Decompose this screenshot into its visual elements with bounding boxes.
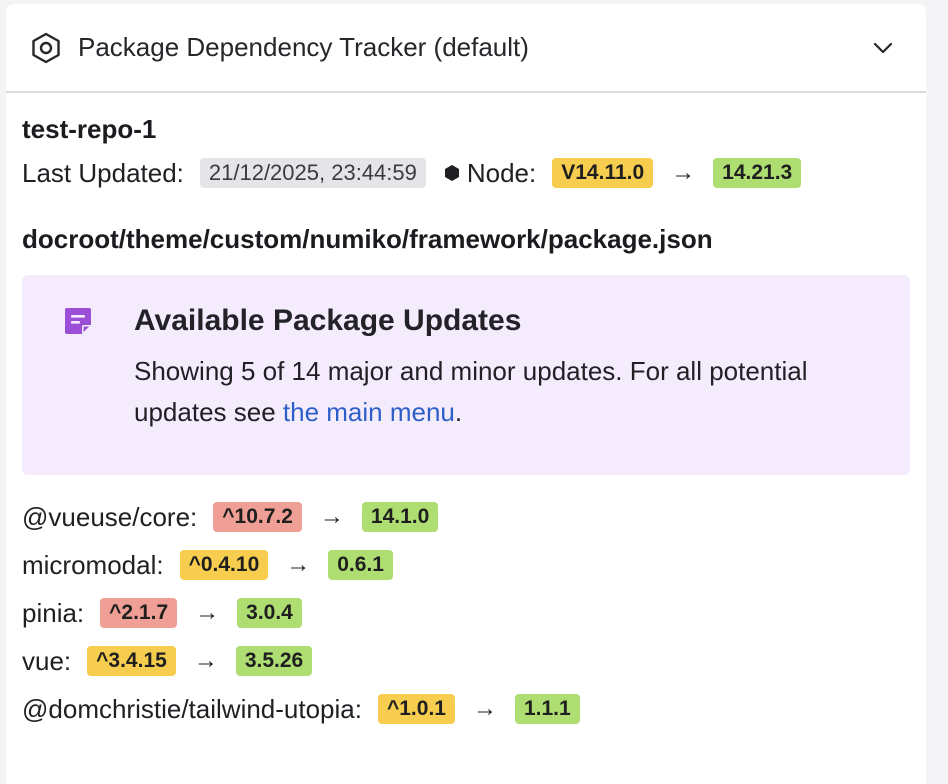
package-latest-version: 14.1.0	[361, 502, 439, 532]
package-row: @vueuse/core: ^10.7.2 → 14.1.0	[22, 493, 910, 541]
panel-body: test-repo-1 Last Updated: 21/12/2025, 23…	[6, 93, 926, 733]
arrow-right-icon: →	[195, 599, 220, 626]
repo-meta: Last Updated: 21/12/2025, 23:44:59 Node:…	[22, 155, 910, 191]
package-name: pinia:	[22, 597, 85, 628]
package-name: @domchristie/tailwind-utopia:	[22, 693, 362, 724]
notice-text-before: Showing 5 of 14 major and minor updates.…	[134, 356, 808, 427]
package-name: vue:	[22, 645, 72, 676]
node-label: Node:	[466, 158, 537, 188]
hexagon-settings-icon	[30, 32, 62, 64]
arrow-right-icon: →	[319, 503, 344, 530]
package-current-version: ^2.1.7	[100, 598, 178, 628]
node-latest-version: 14.21.3	[713, 158, 802, 188]
package-latest-version: 3.0.4	[237, 598, 302, 628]
notice-text-after: .	[454, 397, 463, 427]
arrow-right-icon: →	[472, 695, 497, 722]
main-menu-link[interactable]: the main menu	[283, 397, 455, 427]
note-icon	[62, 305, 94, 337]
package-name: @vueuse/core:	[22, 501, 198, 532]
package-row: @domchristie/tailwind-utopia: ^1.0.1 → 1…	[22, 685, 910, 733]
panel-header[interactable]: Package Dependency Tracker (default)	[6, 4, 926, 93]
notice-content: Available Package Updates Showing 5 of 1…	[134, 304, 890, 475]
node-hexagon-icon	[444, 164, 460, 182]
package-latest-version: 0.6.1	[328, 550, 393, 580]
notice-title: Available Package Updates	[134, 304, 522, 337]
package-current-version: ^10.7.2	[213, 502, 302, 532]
updates-notice: Available Package Updates Showing 5 of 1…	[22, 275, 910, 475]
last-updated-value: 21/12/2025, 23:44:59	[199, 158, 426, 188]
arrow-right-icon: →	[671, 159, 696, 186]
repo-name: test-repo-1	[22, 114, 157, 144]
package-latest-version: 1.1.1	[514, 694, 580, 724]
arrow-right-icon: →	[193, 647, 218, 674]
panel-title: Package Dependency Tracker (default)	[78, 32, 529, 62]
package-list: @vueuse/core: ^10.7.2 → 14.1.0 micromoda…	[22, 493, 910, 733]
package-row: micromodal: ^0.4.10 → 0.6.1	[22, 541, 910, 589]
package-current-version: ^3.4.15	[87, 646, 176, 676]
chevron-down-icon[interactable]	[870, 35, 896, 61]
last-updated-label: Last Updated:	[22, 158, 184, 188]
package-latest-version: 3.5.26	[235, 646, 313, 676]
package-current-version: ^0.4.10	[179, 550, 269, 580]
package-name: micromodal:	[22, 549, 164, 580]
notice-text: Showing 5 of 14 major and minor updates.…	[134, 351, 890, 433]
package-current-version: ^1.0.1	[377, 694, 455, 724]
tracker-panel: Package Dependency Tracker (default) tes…	[6, 4, 926, 784]
package-row: pinia: ^2.1.7 → 3.0.4	[22, 589, 910, 637]
package-file-path: docroot/theme/custom/numiko/framework/pa…	[22, 224, 713, 254]
node-current-version: V14.11.0	[552, 158, 654, 188]
arrow-right-icon: →	[286, 551, 311, 578]
package-row: vue: ^3.4.15 → 3.5.26	[22, 637, 910, 685]
